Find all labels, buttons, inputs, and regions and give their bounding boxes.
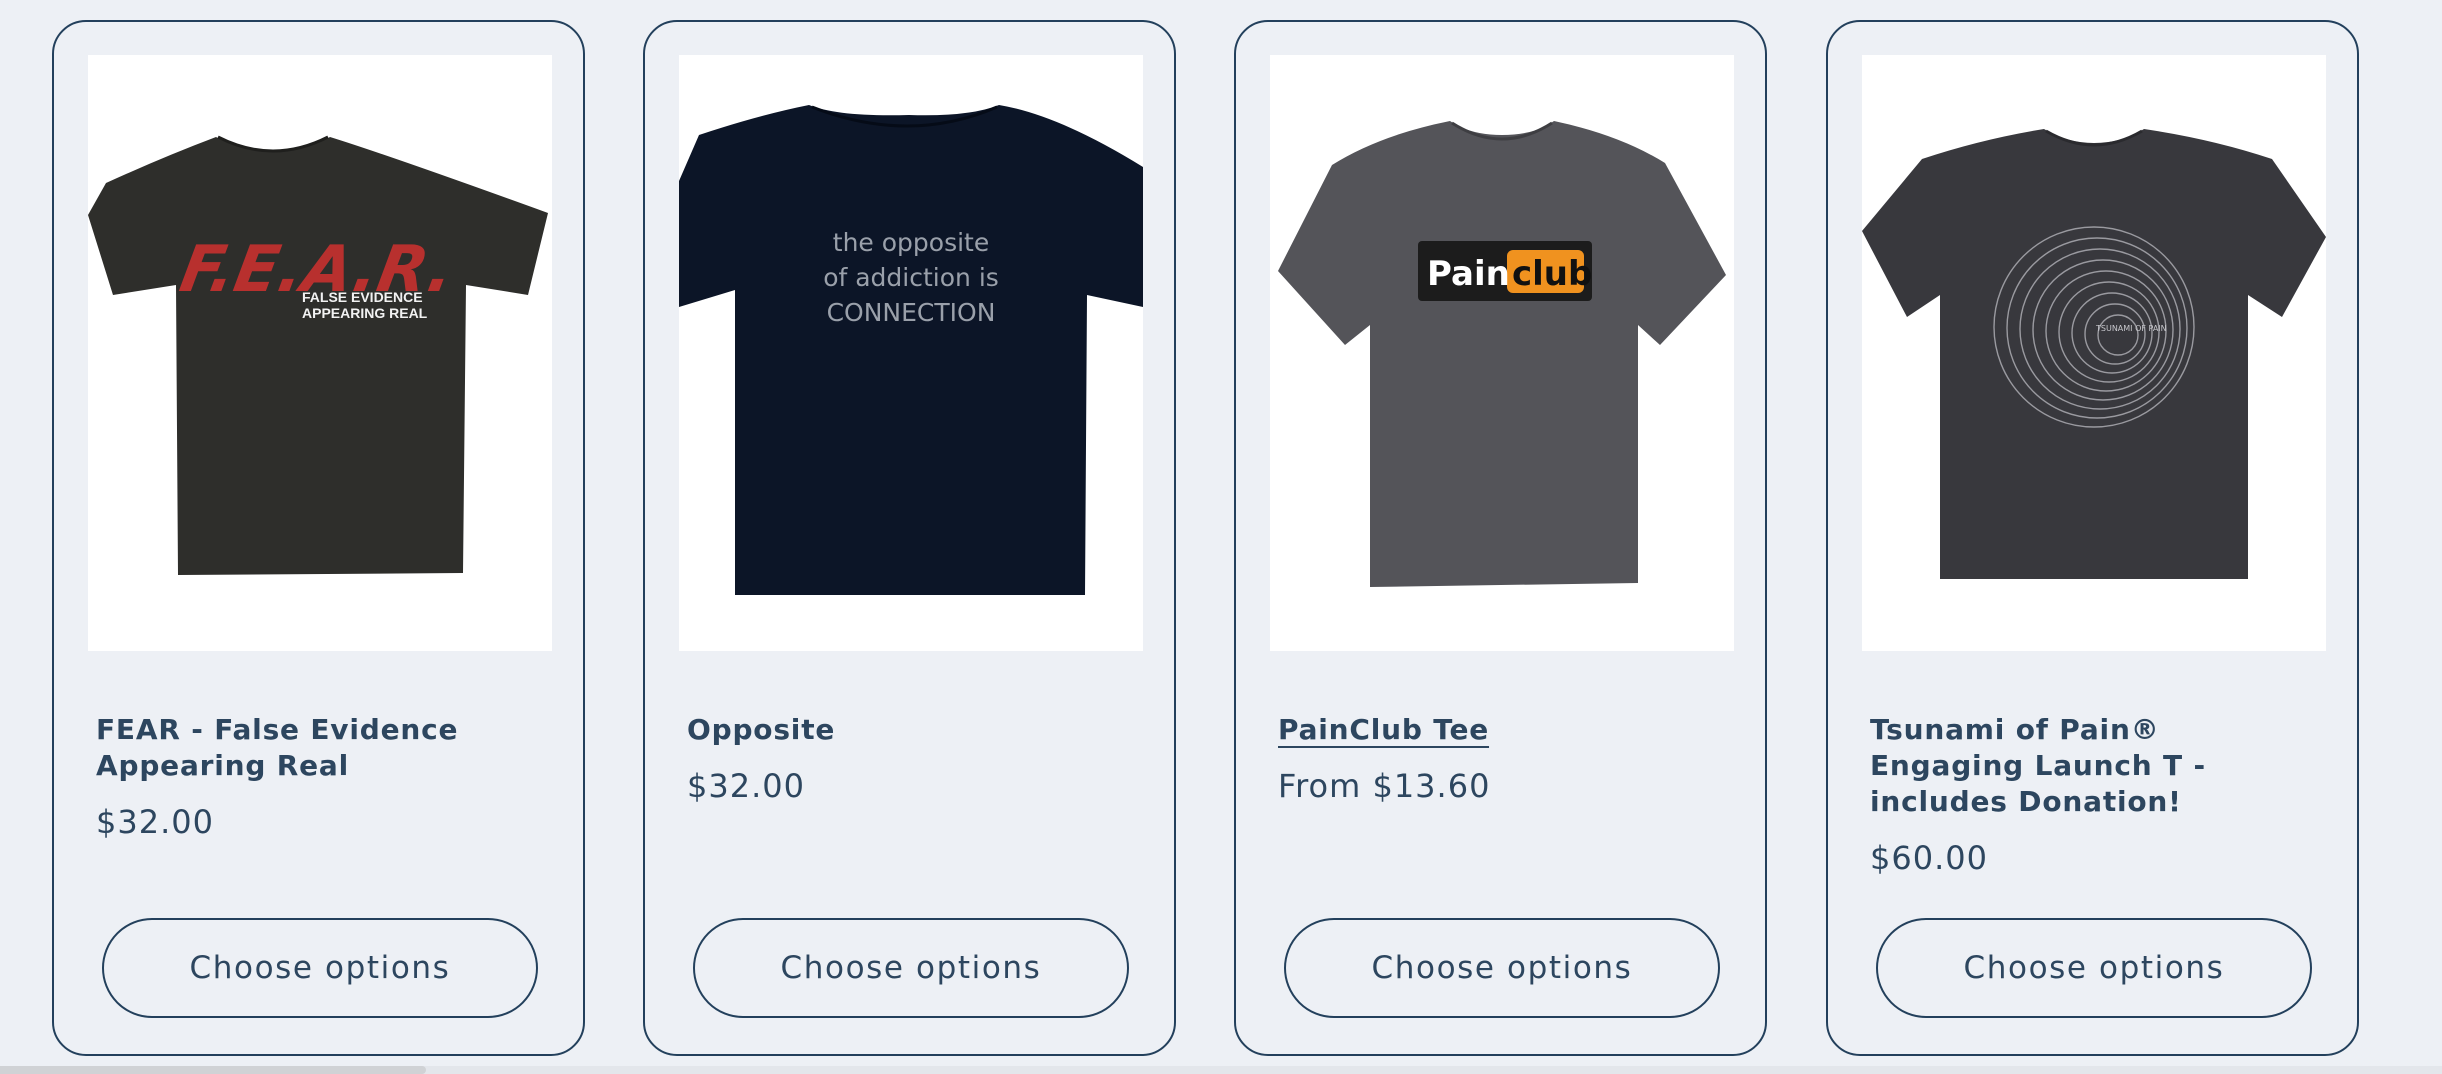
print-fear-line1: FALSE EVIDENCE bbox=[302, 289, 423, 305]
product-price: From $13.60 bbox=[1278, 767, 1491, 805]
print-tsunami-brand: TSUNAMI OF PAIN bbox=[2095, 324, 2167, 333]
product-card-fear: F.E.A.R. FALSE EVIDENCE APPEARING REAL F… bbox=[52, 20, 585, 1056]
product-title[interactable]: Tsunami of Pain® Engaging Launch T - inc… bbox=[1870, 712, 2290, 820]
scrollbar-thumb[interactable] bbox=[0, 1066, 426, 1074]
product-price: $32.00 bbox=[96, 803, 214, 841]
print-fear-line2: APPEARING REAL bbox=[302, 305, 428, 321]
choose-options-button[interactable]: Choose options bbox=[693, 918, 1129, 1018]
product-price: $60.00 bbox=[1870, 839, 1988, 877]
horizontal-scrollbar[interactable] bbox=[0, 1066, 2442, 1074]
product-card-painclub: Pain club PainClub Tee From $13.60 Choos… bbox=[1234, 20, 1767, 1056]
print-opposite-line2: of addiction is bbox=[823, 263, 999, 292]
print-opposite-line1: the opposite bbox=[833, 228, 989, 257]
tshirt-painclub-image: Pain club bbox=[1278, 121, 1726, 587]
tshirt-shape bbox=[1278, 121, 1726, 587]
product-price: $32.00 bbox=[687, 767, 805, 805]
tshirt-shape bbox=[679, 105, 1143, 595]
product-image-tsunami-tee[interactable]: TSUNAMI OF PAIN bbox=[1862, 55, 2326, 651]
product-title-link[interactable]: PainClub Tee bbox=[1278, 712, 1698, 748]
tshirt-fear-image: F.E.A.R. FALSE EVIDENCE APPEARING REAL bbox=[88, 135, 548, 575]
tshirt-opposite-image: the opposite of addiction is CONNECTION bbox=[679, 105, 1143, 595]
product-image-opposite-tee[interactable]: the opposite of addiction is CONNECTION bbox=[679, 55, 1143, 651]
product-image-fear-tee[interactable]: F.E.A.R. FALSE EVIDENCE APPEARING REAL bbox=[88, 55, 552, 651]
product-title[interactable]: FEAR - False Evidence Appearing Real bbox=[96, 712, 516, 784]
print-pain-word: Pain bbox=[1427, 254, 1510, 294]
product-image-painclub-tee[interactable]: Pain club bbox=[1270, 55, 1734, 651]
choose-options-button[interactable]: Choose options bbox=[102, 918, 538, 1018]
tshirt-shape bbox=[1862, 129, 2326, 579]
tshirt-tsunami-image: TSUNAMI OF PAIN bbox=[1862, 129, 2326, 579]
choose-options-button[interactable]: Choose options bbox=[1876, 918, 2312, 1018]
product-title[interactable]: Opposite bbox=[687, 712, 1107, 748]
product-card-tsunami: TSUNAMI OF PAIN Tsunami of Pain® Engagin… bbox=[1826, 20, 2359, 1056]
product-card-opposite: the opposite of addiction is CONNECTION … bbox=[643, 20, 1176, 1056]
print-club-word: club bbox=[1512, 254, 1592, 294]
choose-options-button[interactable]: Choose options bbox=[1284, 918, 1720, 1018]
product-grid: F.E.A.R. FALSE EVIDENCE APPEARING REAL F… bbox=[52, 20, 2362, 1058]
tshirt-shape bbox=[88, 137, 548, 575]
print-opposite-line3: CONNECTION bbox=[827, 298, 996, 327]
